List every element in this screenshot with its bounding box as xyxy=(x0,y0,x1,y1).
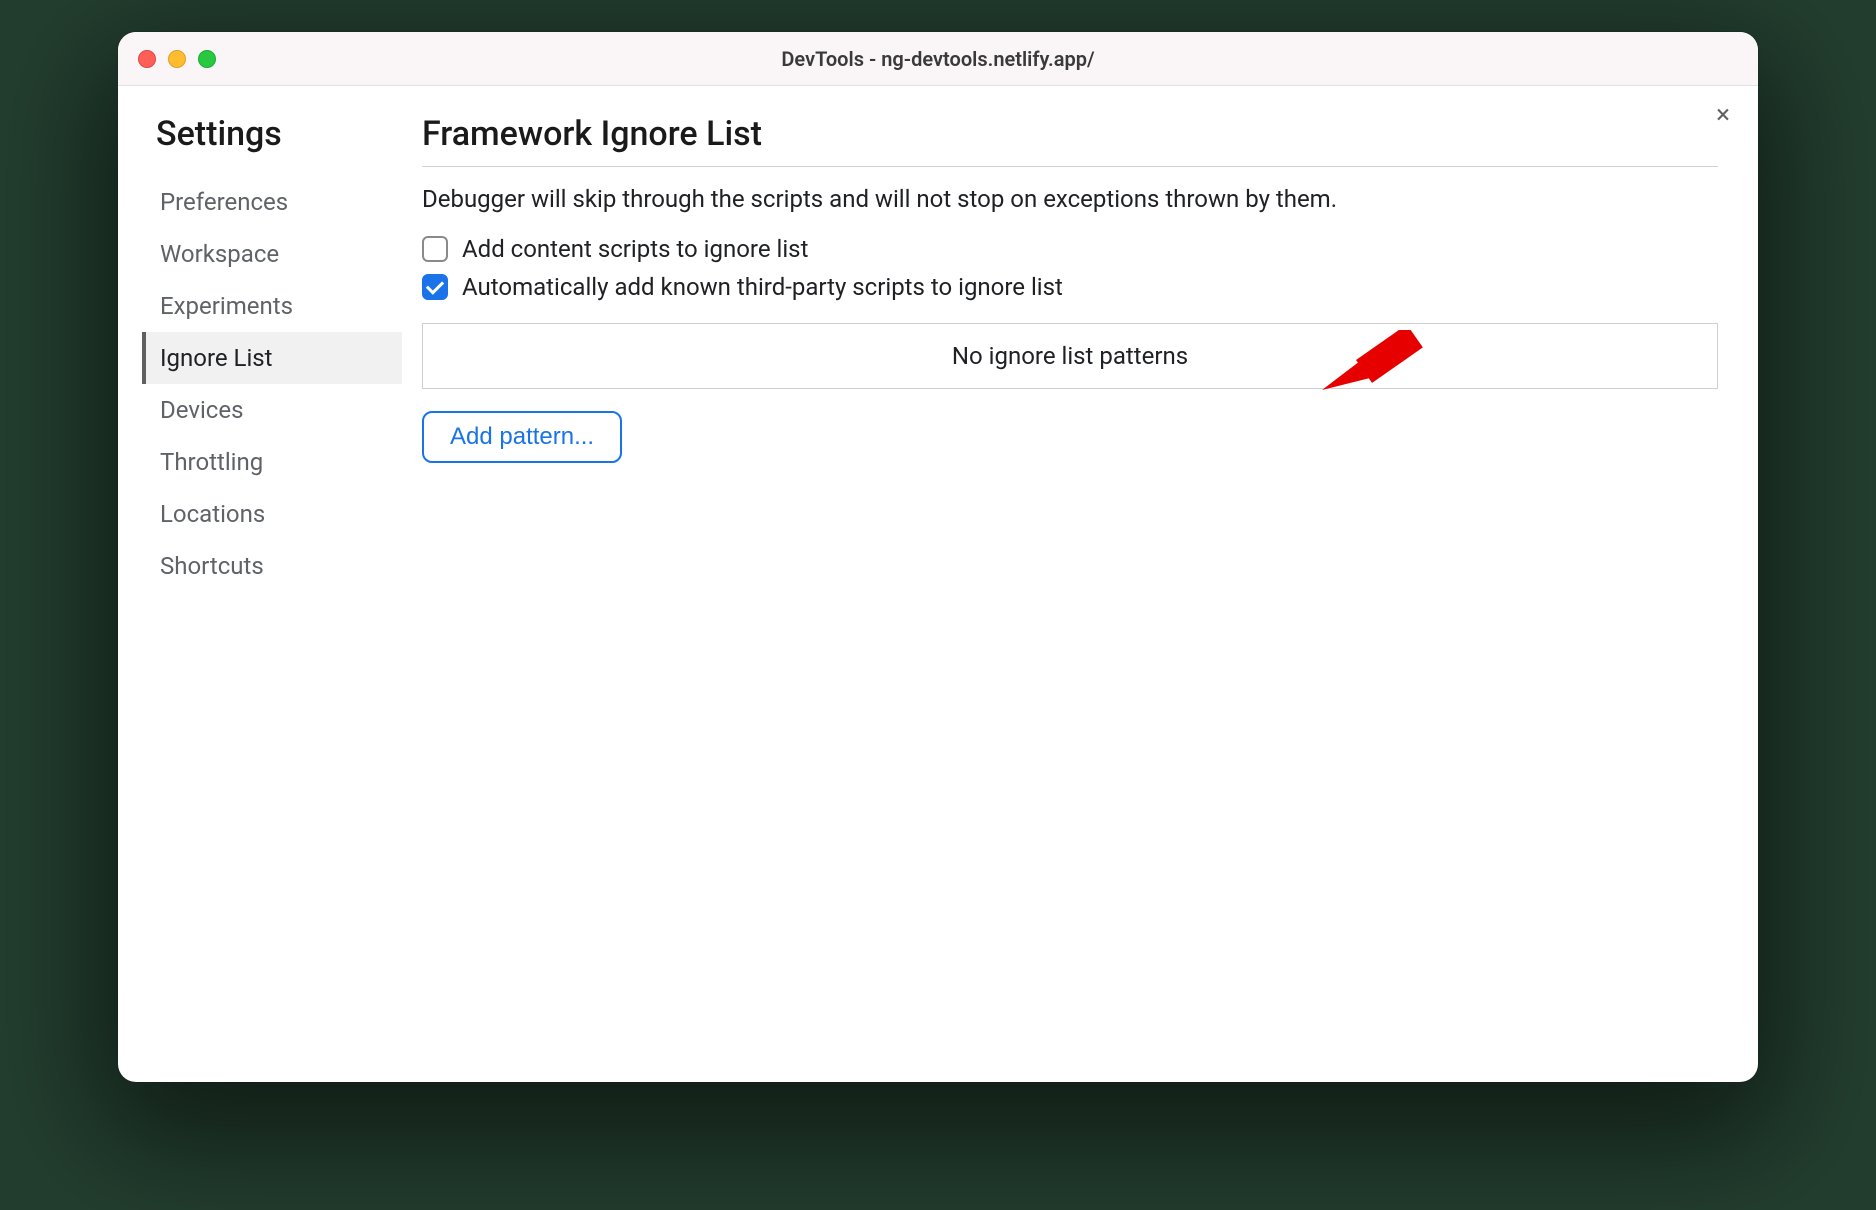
sidebar-item-devices[interactable]: Devices xyxy=(142,384,402,436)
window-title: DevTools - ng-devtools.netlify.app/ xyxy=(118,47,1758,71)
checkbox[interactable] xyxy=(422,274,448,300)
add-pattern-button[interactable]: Add pattern... xyxy=(422,411,622,463)
window-zoom-button[interactable] xyxy=(198,50,216,68)
sidebar-item-shortcuts[interactable]: Shortcuts xyxy=(142,540,402,592)
window-minimize-button[interactable] xyxy=(168,50,186,68)
sidebar-item-preferences[interactable]: Preferences xyxy=(142,176,402,228)
page-title: Framework Ignore List xyxy=(422,114,1718,167)
settings-heading: Settings xyxy=(156,114,402,154)
checkbox-label[interactable]: Automatically add known third-party scri… xyxy=(462,273,1063,301)
close-icon[interactable]: × xyxy=(1716,102,1730,128)
devtools-window: DevTools - ng-devtools.netlify.app/ × Se… xyxy=(118,32,1758,1082)
titlebar: DevTools - ng-devtools.netlify.app/ xyxy=(118,32,1758,86)
checkbox[interactable] xyxy=(422,236,448,262)
settings-sidebar: Settings PreferencesWorkspaceExperiments… xyxy=(142,114,402,1062)
checkbox-label[interactable]: Add content scripts to ignore list xyxy=(462,235,808,263)
traffic-lights xyxy=(138,50,216,68)
settings-body: Settings PreferencesWorkspaceExperiments… xyxy=(118,86,1758,1082)
window-close-button[interactable] xyxy=(138,50,156,68)
page-description: Debugger will skip through the scripts a… xyxy=(422,185,1718,213)
settings-main: Framework Ignore List Debugger will skip… xyxy=(402,114,1718,1062)
sidebar-item-throttling[interactable]: Throttling xyxy=(142,436,402,488)
sidebar-item-experiments[interactable]: Experiments xyxy=(142,280,402,332)
sidebar-item-workspace[interactable]: Workspace xyxy=(142,228,402,280)
checkbox-row: Automatically add known third-party scri… xyxy=(422,273,1718,301)
patterns-empty-box: No ignore list patterns xyxy=(422,323,1718,389)
sidebar-item-locations[interactable]: Locations xyxy=(142,488,402,540)
checkbox-row: Add content scripts to ignore list xyxy=(422,235,1718,263)
sidebar-item-ignore-list[interactable]: Ignore List xyxy=(142,332,402,384)
